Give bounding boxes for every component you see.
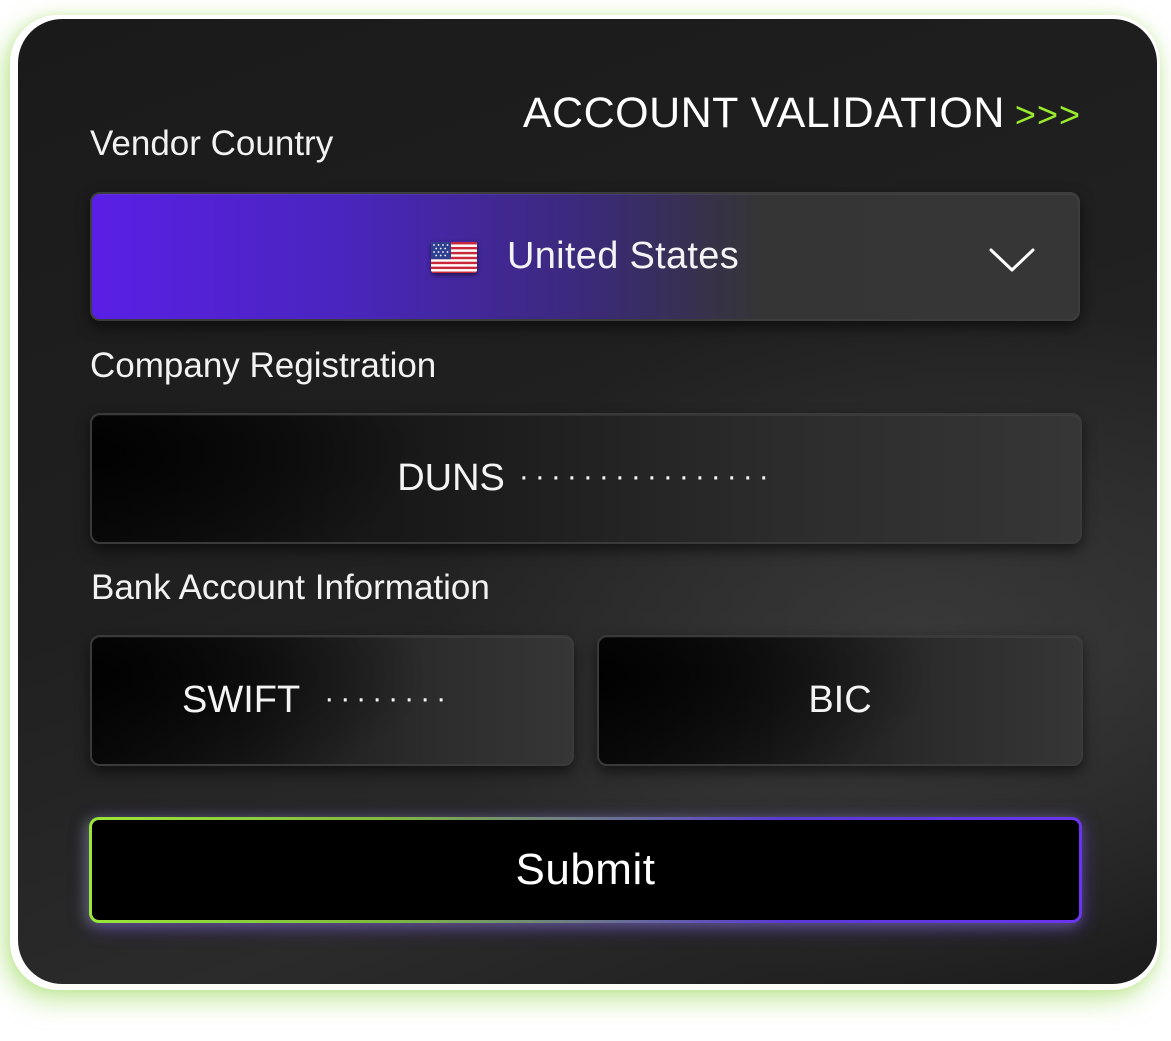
company-registration-label: Company Registration (90, 346, 437, 385)
duns-masked-value: ················ (518, 459, 775, 493)
chevron-right-icon: >>> (1014, 94, 1081, 135)
duns-input[interactable]: DUNS ················ (90, 413, 1082, 544)
bic-input[interactable]: BIC (597, 635, 1083, 766)
vendor-country-value: United States (506, 235, 740, 277)
page-title-text: ACCOUNT VALIDATION (522, 89, 1005, 137)
swift-input[interactable]: SWIFT ········ (90, 635, 574, 766)
us-flag-icon (430, 241, 477, 273)
bank-account-label: Bank Account Information (91, 568, 490, 607)
stage: ACCOUNT VALIDATION >>> Vendor Country Un… (0, 0, 1171, 1041)
swift-field-label: SWIFT (182, 679, 301, 721)
page-title: ACCOUNT VALIDATION >>> (523, 89, 1081, 138)
duns-field-label: DUNS (397, 457, 505, 499)
submit-button[interactable]: Submit (89, 817, 1082, 923)
vendor-country-select[interactable]: United States (90, 192, 1080, 321)
bic-field-label: BIC (808, 679, 872, 721)
swift-masked-value: ········ (324, 681, 453, 715)
account-validation-card: ACCOUNT VALIDATION >>> Vendor Country Un… (18, 19, 1157, 984)
vendor-country-label: Vendor Country (90, 124, 334, 163)
chevron-down-icon[interactable] (988, 242, 1036, 272)
